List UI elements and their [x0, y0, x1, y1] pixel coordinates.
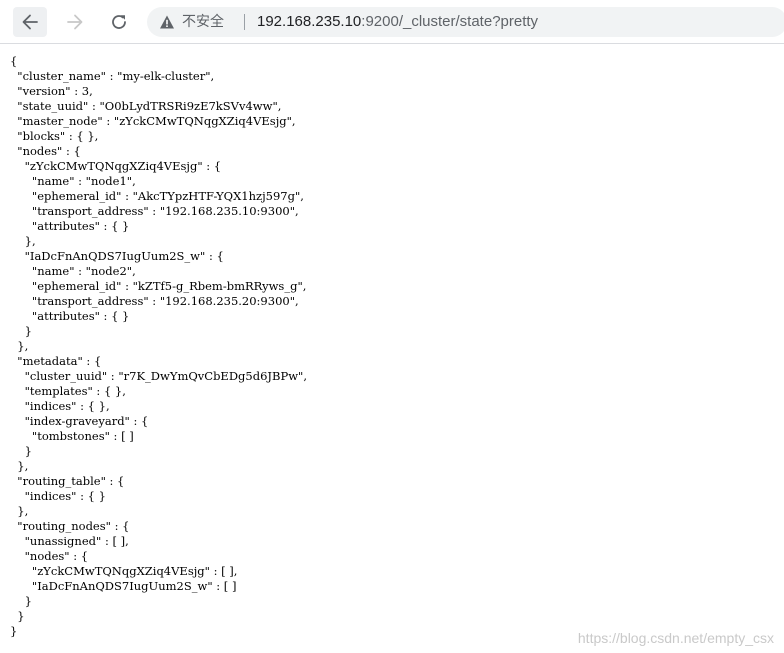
- json-line: }: [10, 609, 25, 623]
- json-line: "ephemeral_id" : "AkcTYpzHTF-YQX1hzj597g…: [10, 189, 304, 203]
- back-button[interactable]: [13, 7, 47, 37]
- arrow-right-icon: [67, 14, 83, 30]
- json-line: "nodes" : {: [10, 144, 81, 158]
- json-line: "version" : 3,: [10, 84, 93, 98]
- json-line: "zYckCMwTQNqgXZiq4VEsjg" : [ ],: [10, 564, 238, 578]
- json-line: "zYckCMwTQNqgXZiq4VEsjg" : {: [10, 159, 222, 173]
- json-line: }: [10, 324, 32, 338]
- json-line: },: [10, 459, 29, 473]
- reload-icon: [112, 15, 126, 29]
- security-status-label[interactable]: 不安全: [182, 13, 224, 31]
- json-line: "name" : "node2",: [10, 264, 136, 278]
- json-line: "metadata" : {: [10, 354, 102, 368]
- browser-toolbar: 不安全 192.168.235.10:9200/_cluster/state?p…: [0, 0, 784, 44]
- json-line: "IaDcFnAnQDS7IugUum2S_w" : {: [10, 249, 224, 263]
- json-line: }: [10, 594, 32, 608]
- json-line: "transport_address" : "192.168.235.10:93…: [10, 204, 299, 218]
- json-line: },: [10, 504, 29, 518]
- json-line: "indices" : { },: [10, 399, 110, 413]
- json-line: "index-graveyard" : {: [10, 414, 149, 428]
- json-line: "attributes" : { }: [10, 219, 130, 233]
- json-line: },: [10, 234, 36, 248]
- json-line: "unassigned" : [ ],: [10, 534, 129, 548]
- page-content: { "cluster_name" : "my-elk-cluster", "ve…: [0, 44, 784, 653]
- json-line: "attributes" : { }: [10, 309, 130, 323]
- json-line: "tombstones" : [ ]: [10, 429, 134, 443]
- arrow-left-icon: [22, 14, 38, 30]
- json-line: "blocks" : { },: [10, 129, 99, 143]
- reload-button[interactable]: [102, 7, 136, 37]
- watermark: https://blog.csdn.net/empty_csx: [577, 630, 774, 646]
- json-line: "routing_nodes" : {: [10, 519, 130, 533]
- forward-button[interactable]: [58, 7, 92, 37]
- json-line: }: [10, 444, 32, 458]
- json-line: "transport_address" : "192.168.235.20:93…: [10, 294, 299, 308]
- json-line: "master_node" : "zYckCMwTQNqgXZiq4VEsjg"…: [10, 114, 296, 128]
- json-line: }: [10, 624, 18, 638]
- url-text[interactable]: 192.168.235.10:9200/_cluster/state?prett…: [257, 12, 538, 32]
- json-line: "state_uuid" : "O0bLydTRSRi9zE7kSVv4ww",: [10, 99, 282, 113]
- json-line: "routing_table" : {: [10, 474, 125, 488]
- json-line: "nodes" : {: [10, 549, 89, 563]
- json-line: "ephemeral_id" : "kZTf5-g_Rbem-bmRRyws_g…: [10, 279, 307, 293]
- warning-triangle-icon[interactable]: [159, 14, 175, 30]
- json-line: "IaDcFnAnQDS7IugUum2S_w" : [ ]: [10, 579, 237, 593]
- url-path: :9200/_cluster/state?pretty: [361, 13, 539, 30]
- address-bar[interactable]: 不安全 192.168.235.10:9200/_cluster/state?p…: [147, 7, 784, 37]
- url-divider: [244, 14, 245, 30]
- json-line: "indices" : { }: [10, 489, 106, 503]
- json-line: "cluster_uuid" : "r7K_DwYmQvCbEDg5d6JBPw…: [10, 369, 307, 383]
- json-line: },: [10, 339, 29, 353]
- json-response: { "cluster_name" : "my-elk-cluster", "ve…: [10, 54, 307, 639]
- json-line: "templates" : { },: [10, 384, 126, 398]
- json-line: {: [10, 54, 18, 68]
- json-line: "cluster_name" : "my-elk-cluster",: [10, 69, 215, 83]
- json-line: "name" : "node1",: [10, 174, 136, 188]
- url-host: 192.168.235.10: [257, 13, 362, 30]
